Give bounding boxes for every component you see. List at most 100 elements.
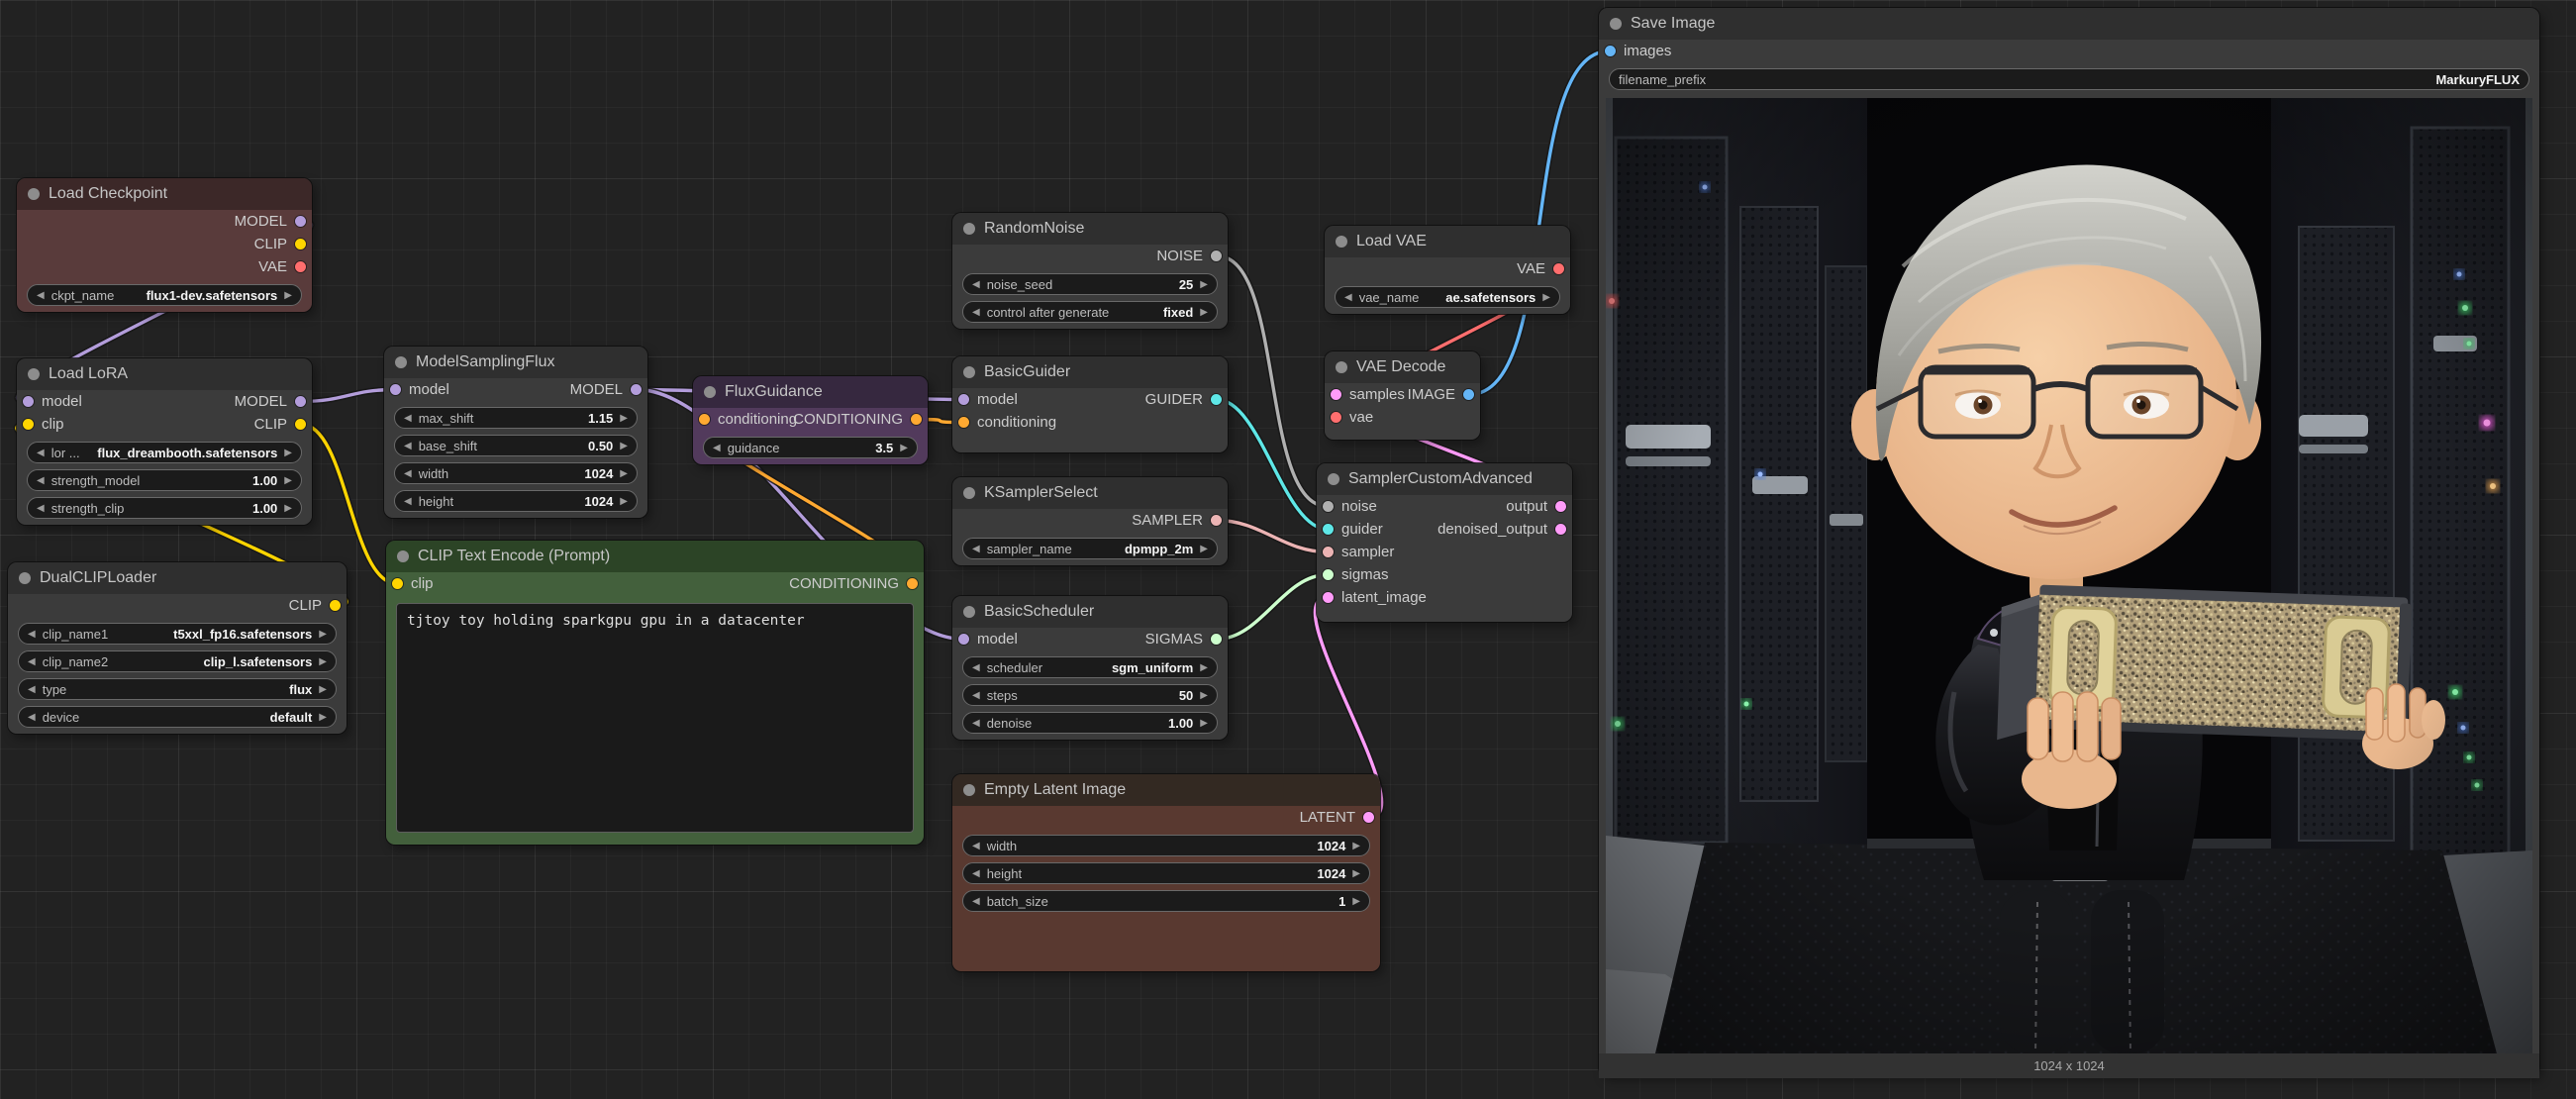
latent-port-icon[interactable] [1363,812,1374,823]
sampler-port-icon[interactable] [1323,547,1334,557]
collapse-dot-icon[interactable] [704,386,716,398]
collapse-dot-icon[interactable] [963,366,975,378]
link-wire-model[interactable] [301,390,395,402]
flux_guidance-output-CONDITIONING-port[interactable]: CONDITIONING [793,408,922,431]
combo-right-arrow-icon[interactable]: ▶ [319,629,327,640]
combo-right-arrow-icon[interactable]: ▶ [620,496,628,507]
model-port-icon[interactable] [958,394,969,405]
node-titlebar-load_checkpoint[interactable]: Load Checkpoint [17,178,312,210]
clip_text_encode-output-CONDITIONING-port[interactable]: CONDITIONING [789,572,918,595]
save_image-filename-prefix-widget[interactable]: filename_prefixMarkuryFLUX [1609,68,2529,90]
vae_decode-input-vae-port[interactable]: vae [1331,406,1373,429]
random_noise-control-after-generate-widget[interactable]: ◀control after generatefixed▶ [962,301,1218,323]
load_checkpoint-ckpt-name-widget[interactable]: ◀ckpt_nameflux1-dev.safetensors▶ [27,284,302,306]
combo-right-arrow-icon[interactable]: ▶ [319,684,327,695]
vae-port-icon[interactable] [295,261,306,272]
combo-left-arrow-icon[interactable]: ◀ [28,656,36,667]
clip-port-icon[interactable] [295,419,306,430]
combo-right-arrow-icon[interactable]: ▶ [319,712,327,723]
collapse-dot-icon[interactable] [963,223,975,235]
flux_guidance-guidance-widget[interactable]: ◀guidance3.5▶ [703,437,918,458]
image-port-icon[interactable] [1463,389,1474,400]
model_sampling_flux-base-shift-widget[interactable]: ◀base_shift0.50▶ [394,435,638,456]
node-dual_clip_loader[interactable]: DualCLIPLoaderCLIP◀clip_name1t5xxl_fp16.… [8,562,347,734]
node-titlebar-load_vae[interactable]: Load VAE [1325,226,1570,257]
combo-right-arrow-icon[interactable]: ▶ [1200,544,1208,554]
combo-left-arrow-icon[interactable]: ◀ [972,896,980,907]
ksampler_select-sampler-name-widget[interactable]: ◀sampler_namedpmpp_2m▶ [962,538,1218,559]
combo-left-arrow-icon[interactable]: ◀ [972,544,980,554]
combo-right-arrow-icon[interactable]: ▶ [1200,279,1208,290]
noise-port-icon[interactable] [1211,250,1222,261]
combo-right-arrow-icon[interactable]: ▶ [900,443,908,453]
combo-right-arrow-icon[interactable]: ▶ [620,441,628,451]
node-random_noise[interactable]: RandomNoiseNOISE◀noise_seed25▶◀control a… [952,213,1228,329]
load_checkpoint-output-MODEL-port[interactable]: MODEL [235,210,306,233]
model_sampling_flux-input-model-port[interactable]: model [390,378,449,401]
sampler-port-icon[interactable] [1211,515,1222,526]
node-titlebar-sampler_custom_advanced[interactable]: SamplerCustomAdvanced [1317,463,1572,495]
collapse-dot-icon[interactable] [19,572,31,584]
node-titlebar-flux_guidance[interactable]: FluxGuidance [693,376,928,408]
sampler_custom_advanced-input-noise-port[interactable]: noise [1323,495,1377,518]
basic_guider-output-GUIDER-port[interactable]: GUIDER [1145,388,1222,411]
vae_decode-input-samples-port[interactable]: samples [1331,383,1405,406]
combo-left-arrow-icon[interactable]: ◀ [37,503,45,514]
sigmas-port-icon[interactable] [1323,569,1334,580]
vae-port-icon[interactable] [1331,412,1341,423]
load_lora-input-model-port[interactable]: model [23,390,82,413]
graph-canvas[interactable]: Load CheckpointMODELCLIPVAE◀ckpt_nameflu… [0,0,2576,1099]
dual_clip_loader-clip-name1-widget[interactable]: ◀clip_name1t5xxl_fp16.safetensors▶ [18,623,337,645]
sigmas-port-icon[interactable] [1211,634,1222,645]
model-port-icon[interactable] [23,396,34,407]
load_lora-input-clip-port[interactable]: clip [23,413,64,436]
model-port-icon[interactable] [390,384,401,395]
combo-left-arrow-icon[interactable]: ◀ [972,307,980,318]
collapse-dot-icon[interactable] [28,188,40,200]
combo-right-arrow-icon[interactable]: ▶ [284,475,292,486]
combo-left-arrow-icon[interactable]: ◀ [713,443,721,453]
combo-right-arrow-icon[interactable]: ▶ [1352,868,1360,879]
combo-left-arrow-icon[interactable]: ◀ [1344,292,1352,303]
node-titlebar-load_lora[interactable]: Load LoRA [17,358,312,390]
combo-right-arrow-icon[interactable]: ▶ [1200,718,1208,729]
model-port-icon[interactable] [631,384,642,395]
load_vae-vae-name-widget[interactable]: ◀vae_nameae.safetensors▶ [1335,286,1560,308]
node-empty_latent_image[interactable]: Empty Latent ImageLATENT◀width1024▶◀heig… [952,774,1380,971]
combo-right-arrow-icon[interactable]: ▶ [1542,292,1550,303]
collapse-dot-icon[interactable] [28,368,40,380]
combo-left-arrow-icon[interactable]: ◀ [972,279,980,290]
combo-left-arrow-icon[interactable]: ◀ [972,662,980,673]
collapse-dot-icon[interactable] [1336,236,1347,248]
link-wire-sampler[interactable] [1217,521,1328,552]
conditioning-port-icon[interactable] [958,417,969,428]
combo-right-arrow-icon[interactable]: ▶ [620,468,628,479]
combo-left-arrow-icon[interactable]: ◀ [972,690,980,701]
load_lora-strength-model-widget[interactable]: ◀strength_model1.00▶ [27,469,302,491]
link-wire-image[interactable] [1469,51,1610,395]
model_sampling_flux-max-shift-widget[interactable]: ◀max_shift1.15▶ [394,407,638,429]
node-titlebar-model_sampling_flux[interactable]: ModelSamplingFlux [384,347,647,378]
image-port-icon[interactable] [1605,46,1616,56]
combo-right-arrow-icon[interactable]: ▶ [319,656,327,667]
node-titlebar-dual_clip_loader[interactable]: DualCLIPLoader [8,562,347,594]
latent-port-icon[interactable] [1555,501,1566,512]
load_lora-strength-clip-widget[interactable]: ◀strength_clip1.00▶ [27,497,302,519]
guider-port-icon[interactable] [1323,524,1334,535]
vae-port-icon[interactable] [1553,263,1564,274]
dual_clip_loader-type-widget[interactable]: ◀typeflux▶ [18,678,337,700]
clip_text_encode-input-clip-port[interactable]: clip [392,572,434,595]
combo-left-arrow-icon[interactable]: ◀ [37,290,45,301]
node-load_checkpoint[interactable]: Load CheckpointMODELCLIPVAE◀ckpt_nameflu… [17,178,312,312]
load_checkpoint-output-CLIP-port[interactable]: CLIP [254,233,306,255]
combo-left-arrow-icon[interactable]: ◀ [972,841,980,851]
clip-port-icon[interactable] [295,239,306,250]
sampler_custom_advanced-input-sigmas-port[interactable]: sigmas [1323,563,1389,586]
basic_guider-input-model-port[interactable]: model [958,388,1018,411]
node-flux_guidance[interactable]: FluxGuidanceconditioningCONDITIONING◀gui… [693,376,928,464]
empty_latent_image-height-widget[interactable]: ◀height1024▶ [962,862,1370,884]
random_noise-noise-seed-widget[interactable]: ◀noise_seed25▶ [962,273,1218,295]
prompt-textarea[interactable]: tjtoy toy holding sparkgpu gpu in a data… [396,603,914,833]
basic_scheduler-scheduler-widget[interactable]: ◀schedulersgm_uniform▶ [962,656,1218,678]
combo-left-arrow-icon[interactable]: ◀ [404,468,412,479]
